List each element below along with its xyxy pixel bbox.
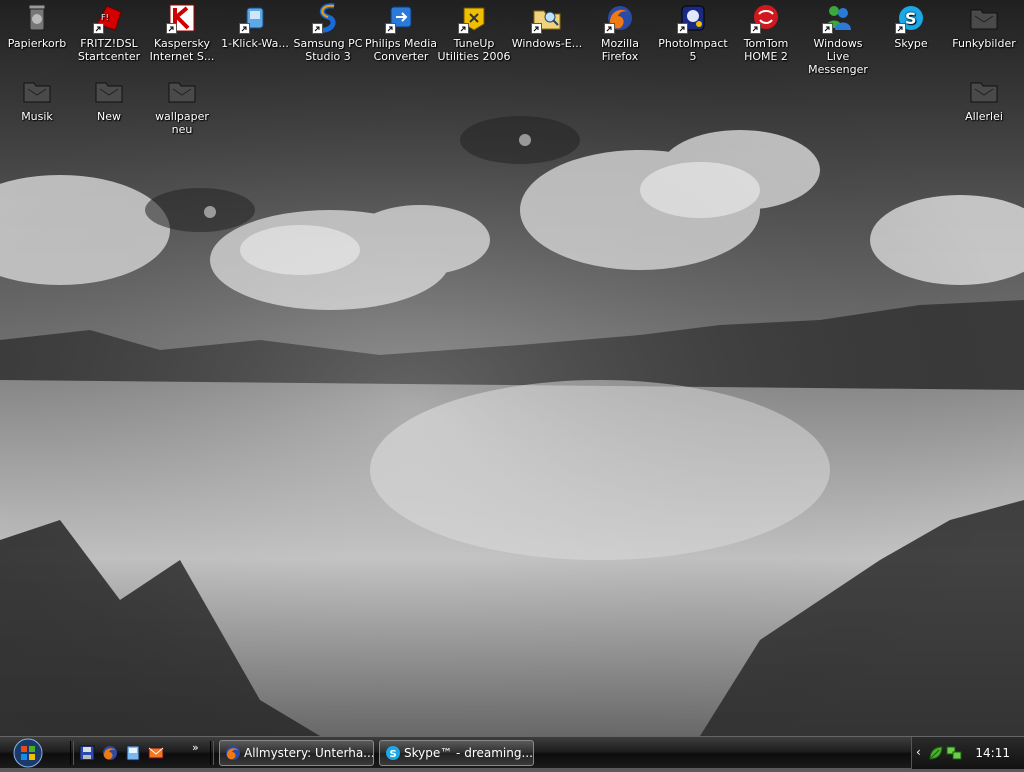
- shortcut-arrow-icon: [385, 23, 396, 34]
- desktop-icon-label: Skype: [894, 37, 928, 50]
- desktop-icon-tuneup[interactable]: TuneUp Utilities 2006: [437, 2, 511, 63]
- desktop-icon-label: Kaspersky Internet S...: [149, 37, 215, 63]
- shortcut-arrow-icon: [750, 23, 761, 34]
- desktop-icon-skype[interactable]: S Skype: [874, 2, 948, 50]
- shortcut-arrow-icon: [239, 23, 250, 34]
- kaspersky-icon: [166, 2, 198, 34]
- explorer-icon[interactable]: [124, 744, 142, 762]
- desktop-icon-label: Allerlei: [965, 110, 1003, 123]
- desktop-icon-label: Funkybilder: [952, 37, 1016, 50]
- firefox-icon[interactable]: [101, 744, 119, 762]
- folder-icon: [968, 75, 1000, 107]
- desktop-icon-philips[interactable]: Philips Media Converter: [364, 2, 438, 63]
- network-icon[interactable]: [946, 745, 962, 761]
- shortcut-arrow-icon: [312, 23, 323, 34]
- desktop-icon-label: Philips Media Converter: [364, 37, 438, 63]
- folder-icon: [93, 75, 125, 107]
- desktop-icon-label: PhotoImpact 5: [658, 37, 728, 63]
- firefox-icon: [225, 745, 241, 761]
- desktop-icon-label: wallpaper neu: [155, 110, 209, 136]
- start-button[interactable]: [10, 738, 46, 768]
- oneclick-icon: [239, 2, 271, 34]
- shortcut-arrow-icon: [93, 23, 104, 34]
- desktop-icon-label: Samsung PC Studio 3: [293, 37, 363, 63]
- desktop-icon-label: Windows Live Messenger: [808, 37, 868, 76]
- folder-icon: [968, 2, 1000, 34]
- svg-text:S: S: [390, 749, 397, 760]
- folder-icon: [166, 75, 198, 107]
- skype-icon: S: [385, 745, 401, 761]
- skype-icon: S: [895, 2, 927, 34]
- desktop-icon-windows-explorer[interactable]: Windows-E...: [510, 2, 584, 50]
- recycle-bin-icon: [21, 2, 53, 34]
- photoimpact-icon: [677, 2, 709, 34]
- desktop-icon-label: Mozilla Firefox: [601, 37, 639, 63]
- quick-launch-more-button[interactable]: »: [192, 741, 199, 754]
- desktop-icon-firefox[interactable]: Mozilla Firefox: [583, 2, 657, 63]
- taskbar-separator: [210, 741, 214, 765]
- fritz-icon: F!: [93, 2, 125, 34]
- desktop-icon-label: TomTom HOME 2: [743, 37, 789, 63]
- desktop-icon-messenger[interactable]: Windows Live Messenger: [801, 2, 875, 76]
- taskbar-button-skype[interactable]: S Skype™ - dreaming...: [379, 740, 534, 766]
- svg-text:S: S: [905, 9, 917, 28]
- shortcut-arrow-icon: [458, 23, 469, 34]
- mail-icon[interactable]: [147, 744, 165, 762]
- taskbar-separator: [70, 741, 74, 765]
- desktop-icon-samsung[interactable]: Samsung PC Studio 3: [291, 2, 365, 63]
- shortcut-arrow-icon: [895, 23, 906, 34]
- desktop-icon-photoimpact[interactable]: PhotoImpact 5: [656, 2, 730, 63]
- desktop-icon-recycle-bin[interactable]: Papierkorb: [0, 2, 74, 50]
- samsung-icon: [312, 2, 344, 34]
- desktop-icon-label: Papierkorb: [7, 37, 67, 50]
- taskbar: » Allmystery: Unterha... S Skype™ - drea…: [0, 736, 1024, 769]
- system-tray: ‹ 14:11: [911, 737, 1024, 769]
- tray-expand-button[interactable]: ‹: [916, 745, 921, 759]
- taskbar-button-label: Allmystery: Unterha...: [244, 746, 374, 760]
- clock[interactable]: 14:11: [975, 746, 1010, 760]
- desktop-icon-fritz[interactable]: F! FRITZ!DSL Startcenter: [72, 2, 146, 63]
- desktop-icon-tomtom[interactable]: TomTom HOME 2: [729, 2, 803, 63]
- tomtom-icon: [750, 2, 782, 34]
- folder-icon: [21, 75, 53, 107]
- desktop-icon-label: Musik: [21, 110, 53, 123]
- start-orb-icon: [13, 738, 43, 768]
- desktop-icon-folder-wallpaper-neu[interactable]: wallpaper neu: [145, 75, 219, 136]
- messenger-icon: [822, 2, 854, 34]
- philips-icon: [385, 2, 417, 34]
- desktop-icon-label: FRITZ!DSL Startcenter: [77, 37, 141, 63]
- shortcut-arrow-icon: [677, 23, 688, 34]
- desktop-icon-folder-allerlei[interactable]: Allerlei: [947, 75, 1021, 123]
- desktop-icon-1klick[interactable]: 1-Klick-Wa...: [218, 2, 292, 50]
- desktop-icon-folder-new[interactable]: New: [72, 75, 146, 123]
- desktop-icon-label: TuneUp Utilities 2006: [437, 37, 511, 63]
- desktop-icon-label: New: [97, 110, 121, 123]
- taskbar-button-allmystery[interactable]: Allmystery: Unterha...: [219, 740, 374, 766]
- shortcut-arrow-icon: [166, 23, 177, 34]
- save-disk-icon[interactable]: [78, 744, 96, 762]
- desktop-icon-label: 1-Klick-Wa...: [221, 37, 289, 50]
- shortcut-arrow-icon: [531, 23, 542, 34]
- shortcut-arrow-icon: [822, 23, 833, 34]
- quick-launch-bar: [78, 744, 165, 762]
- firefox-icon: [604, 2, 636, 34]
- desktop-icon-label: Windows-E...: [511, 37, 583, 50]
- leaf-icon[interactable]: [928, 745, 944, 761]
- desktop-icon-folder-musik[interactable]: Musik: [0, 75, 74, 123]
- explorer-icon: [531, 2, 563, 34]
- desktop-icon-kaspersky[interactable]: Kaspersky Internet S...: [145, 2, 219, 63]
- shortcut-arrow-icon: [604, 23, 615, 34]
- desktop-icon-folder-funkybilder[interactable]: Funkybilder: [947, 2, 1021, 50]
- taskbar-button-label: Skype™ - dreaming...: [404, 746, 533, 760]
- tuneup-icon: [458, 2, 490, 34]
- svg-text:F!: F!: [101, 13, 109, 22]
